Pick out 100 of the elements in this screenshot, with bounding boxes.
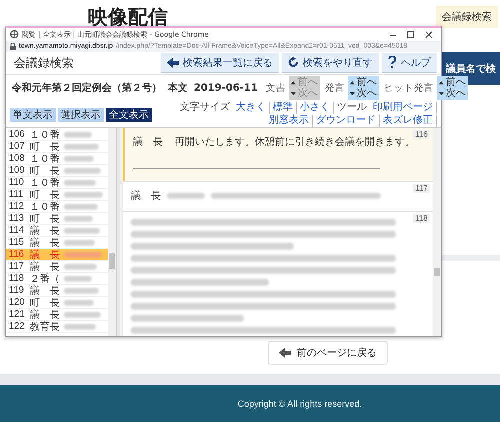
remark-number: 118 xyxy=(413,214,430,223)
speaker-row[interactable]: 110 １０番 xyxy=(6,177,108,189)
speaker-number: 114 xyxy=(9,225,26,236)
speaker-role: 町 長 xyxy=(30,212,60,226)
speaker-number: 116 xyxy=(9,249,26,260)
speaker-role: 議 長 xyxy=(30,308,60,322)
globe-icon xyxy=(10,30,19,39)
speaker-row[interactable]: 109 町 長 xyxy=(6,165,108,177)
tool-link[interactable]: 標準 xyxy=(270,102,297,114)
blurred-name xyxy=(64,288,99,294)
speaker-number: 111 xyxy=(9,189,24,200)
blurred-name xyxy=(64,216,93,222)
view-tab[interactable]: 単文表示 xyxy=(10,108,56,122)
blurred-name xyxy=(64,132,92,138)
view-tab[interactable]: 全文表示 xyxy=(106,108,152,122)
speaker-number: 119 xyxy=(9,285,26,296)
meeting-date: 2019-06-11 xyxy=(194,82,258,94)
lock-icon xyxy=(10,43,16,50)
blurred-name xyxy=(64,252,102,258)
copyright-text: Copyright © All rights reserved. xyxy=(238,398,362,408)
navigator-label: 文書 xyxy=(266,82,286,94)
remark-number: 116 xyxy=(413,130,430,139)
navigator-label: ヒット発言 xyxy=(384,82,434,94)
speaker-number: 122 xyxy=(9,321,26,332)
blurred-name xyxy=(167,193,205,199)
speaker-number: 121 xyxy=(9,309,26,320)
blurred-name xyxy=(64,228,100,234)
speaker-role: ２番（ xyxy=(30,272,60,286)
speaker-number: 110 xyxy=(9,177,26,188)
speaker-row[interactable]: 117 議 長 xyxy=(6,261,108,273)
navigator-label: 発言 xyxy=(324,82,345,94)
speaker-row[interactable]: 113 町 長 xyxy=(6,213,108,225)
blurred-name xyxy=(64,300,94,306)
blurred-name xyxy=(64,324,96,330)
speaker-role: 議 長 xyxy=(30,248,60,262)
blurred-name xyxy=(64,144,99,150)
speaker-role: 議 長 xyxy=(30,260,60,274)
blurred-name xyxy=(64,264,97,270)
blurred-name xyxy=(64,276,92,282)
speaker-role: １０番 xyxy=(30,176,60,190)
arrow-left-icon xyxy=(167,58,179,68)
speaker-row[interactable]: 107 町 長 xyxy=(6,141,108,153)
speaker-number: 108 xyxy=(9,153,26,164)
side-panel xyxy=(442,255,500,261)
close-icon[interactable] xyxy=(425,30,433,38)
help-button[interactable]: ヘルプ xyxy=(382,53,437,73)
back-button[interactable]: 前のページに戻る xyxy=(268,341,388,365)
down-triangle-icon xyxy=(438,92,444,96)
tool-link[interactable]: 小さく xyxy=(297,102,334,114)
speaker-row[interactable]: 118 ２番（ xyxy=(6,273,108,285)
up-triangle-icon xyxy=(438,80,444,84)
site-badge[interactable]: 会議録検索 xyxy=(436,6,498,28)
previous-button[interactable]: 前へ xyxy=(350,77,377,88)
meeting-title: 令和元年第２回定例会（第２号） xyxy=(12,81,162,95)
maximize-icon[interactable] xyxy=(407,30,415,38)
speaker-row[interactable]: 122 教育長 xyxy=(6,321,108,333)
tool-link[interactable]: 大きく xyxy=(233,102,270,114)
app-title: 会議録検索 xyxy=(14,54,74,72)
speaker-role: １０番 xyxy=(30,200,60,214)
speaker-number: 120 xyxy=(9,297,26,308)
tool-label: 文字サイズ xyxy=(179,102,231,114)
scrollbar[interactable] xyxy=(108,128,116,336)
speaker-role: １０番 xyxy=(30,128,60,142)
speaker-row[interactable]: 111 町 長 xyxy=(6,189,108,201)
arrow-left-icon xyxy=(279,348,291,358)
section-label: 本文 xyxy=(168,82,188,95)
tool-label: ツール xyxy=(336,102,368,114)
tool-link[interactable]: 別窓表示 xyxy=(266,115,313,127)
scrollbar[interactable] xyxy=(433,128,441,336)
up-triangle-icon xyxy=(290,80,296,84)
speaker-number: 106 xyxy=(9,129,26,140)
speaker-row[interactable]: 106 １０番 xyxy=(6,129,108,141)
tool-link[interactable]: 表ズレ修正 xyxy=(380,115,437,127)
speaker-row[interactable]: 120 町 長 xyxy=(6,297,108,309)
speaker-role: 議 長 xyxy=(30,236,60,250)
next-button[interactable]: 次へ xyxy=(350,88,377,99)
speaker-role: 町 長 xyxy=(30,296,60,310)
down-triangle-icon xyxy=(290,92,296,96)
search-again-button[interactable]: 検索をやり直す xyxy=(282,53,379,73)
speaker-role: 町 長 xyxy=(30,164,60,178)
up-triangle-icon xyxy=(350,80,355,84)
next-button[interactable]: 次へ xyxy=(438,88,466,99)
blurred-name xyxy=(64,156,94,162)
speaker-role: １０番 xyxy=(30,152,60,166)
tool-link[interactable]: ダウンロード xyxy=(313,115,380,127)
remark-speaker: 議 長 xyxy=(133,136,163,149)
tool-link[interactable]: 印刷用ページ xyxy=(370,102,437,114)
back-to-results-button[interactable]: 検索結果一覧に戻る xyxy=(161,53,279,73)
down-triangle-icon xyxy=(350,92,355,96)
speaker-row[interactable]: 112 １０番 xyxy=(6,201,108,213)
speaker-row[interactable]: 121 議 長 xyxy=(6,309,108,321)
view-tab[interactable]: 選択表示 xyxy=(58,108,104,122)
speaker-role: 議 長 xyxy=(30,284,60,298)
remark-number: 117 xyxy=(413,184,430,193)
speaker-number: 115 xyxy=(9,237,26,248)
speaker-row[interactable]: 114 議 長 xyxy=(6,225,108,237)
speaker-row[interactable]: 108 １０番 xyxy=(6,153,108,165)
speaker-row[interactable]: 119 議 長 xyxy=(6,285,108,297)
page-heading: 映像配信 xyxy=(88,4,168,30)
speaker-role: 町 長 xyxy=(30,188,60,202)
